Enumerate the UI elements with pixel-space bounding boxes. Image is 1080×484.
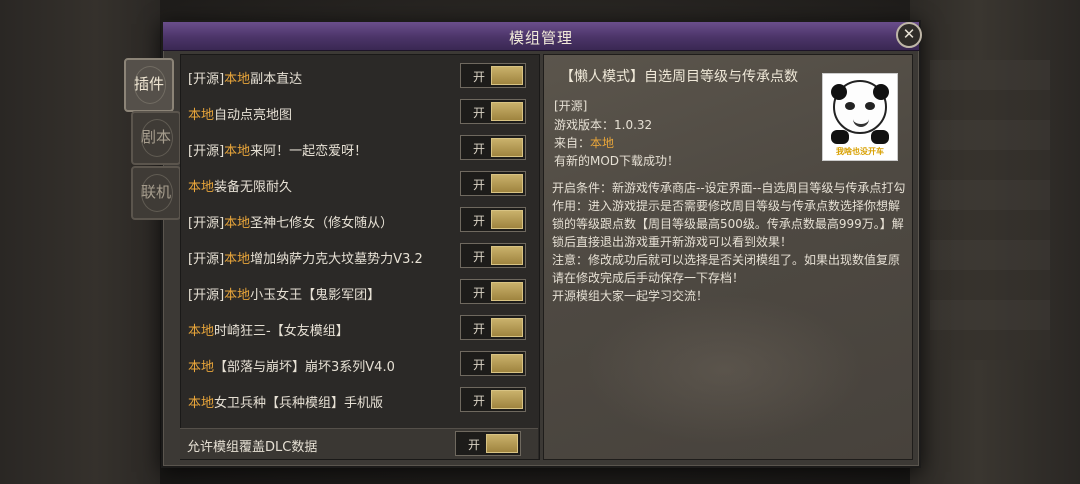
mod-row[interactable]: [开源]本地圣神七修女（修女随从） 开 [181,203,539,239]
tab-multiplayer-label: 联机 [140,183,171,201]
mod-label: [开源]本地圣神七修女（修女随从） [188,216,394,231]
mod-row[interactable]: [开源]本地副本直达 开 [181,59,539,95]
mod-row[interactable]: [开源]本地来阿！一起恋爱呀！ 开 [181,131,539,167]
mod-toggle[interactable]: 开 [460,351,526,376]
description-note: 注意：修改成功后就可以选择是否关闭模组了。如果出现数值复原请在修改完成后手动保存… [552,253,901,285]
tab-plugins-label: 插件 [133,75,164,93]
mod-label: 本地【部落与崩坏】崩坏3系列V4.0 [188,360,395,375]
dlc-override-label: 允许模组覆盖DLC数据 [187,440,318,455]
mod-label: 本地装备无限耐久 [188,180,293,195]
mod-label: 本地自动点亮地图 [188,108,293,123]
mod-label: 本地时崎狂三-【女友模组】 [188,324,349,339]
dlc-override-toggle[interactable]: 开 [455,431,521,456]
detail-version: 游戏版本：1.0.32 [554,118,653,132]
mod-preview-image: 我啥也没开车 [822,73,898,161]
mod-toggle[interactable]: 开 [460,99,526,124]
mod-label: 本地女卫兵种【兵种模组】手机版 [188,396,384,411]
detail-tag: [开源] [554,99,588,113]
window-title: 模组管理 [508,29,573,47]
mod-toggle[interactable]: 开 [460,135,526,160]
description-closing: 开源模组大家一起学习交流！ [552,289,709,303]
detail-description: 开启条件：新游戏传承商店--设定界面--自选周目等级与传承点打勾 作用：进入游戏… [552,179,908,305]
mod-toggle[interactable]: 开 [460,63,526,88]
detail-status: 有新的MOD下载成功！ [554,154,680,168]
mod-row[interactable]: 本地自动点亮地图 开 [181,95,539,131]
mod-toggle[interactable]: 开 [460,279,526,304]
tab-plugins[interactable]: 插件 [124,58,174,112]
mod-toggle[interactable]: 开 [460,243,526,268]
tab-scripts-label: 剧本 [140,128,171,146]
mod-row[interactable]: [开源]本地小玉女王【鬼影军团】 开 [181,275,539,311]
mod-toggle[interactable]: 开 [460,207,526,232]
detail-source: 来自：本地 [554,136,615,150]
title-bar: 模组管理 [163,22,919,51]
mod-row[interactable]: 本地装备无限耐久 开 [181,167,539,203]
background-right [910,0,1080,484]
close-icon[interactable]: ✕ [896,22,922,48]
mod-toggle[interactable]: 开 [460,171,526,196]
tab-multiplayer[interactable]: 联机 [131,166,181,220]
mod-row[interactable]: 本地女卫兵种【兵种模组】手机版 开 [181,383,539,419]
mod-detail-panel: 【懒人模式】自选周目等级与传承点数 [开源] 游戏版本：1.0.32 来自：本地… [543,54,913,460]
mod-row[interactable]: [开源]本地增加纳萨力克大坟墓势力V3.2 开 [181,239,539,275]
mod-label: [开源]本地来阿！一起恋爱呀！ [188,144,368,159]
mod-toggle[interactable]: 开 [460,315,526,340]
dlc-override-setting: 允许模组覆盖DLC数据 开 [180,428,538,459]
mod-label: [开源]本地副本直达 [188,72,303,87]
description-effect: 作用：进入游戏提示是否需要修改周目等级与传承点数选择你想解锁的等级跟点数【周目等… [552,199,904,249]
mod-row[interactable]: 本地时崎狂三-【女友模组】 开 [181,311,539,347]
mod-label: [开源]本地增加纳萨力克大坟墓势力V3.2 [188,252,423,267]
mod-label: [开源]本地小玉女王【鬼影军团】 [188,288,381,303]
tab-scripts[interactable]: 剧本 [131,111,181,165]
mod-list: [开源]本地副本直达 开 本地自动点亮地图 开 [开源]本地来阿！一起恋爱呀！ … [180,54,540,460]
mod-row[interactable]: 本地【部落与崩坏】崩坏3系列V4.0 开 [181,347,539,383]
description-condition: 开启条件：新游戏传承商店--设定界面--自选周目等级与传承点打勾 [552,181,906,195]
mod-toggle[interactable]: 开 [460,387,526,412]
detail-title: 【懒人模式】自选周目等级与传承点数 [560,69,798,85]
